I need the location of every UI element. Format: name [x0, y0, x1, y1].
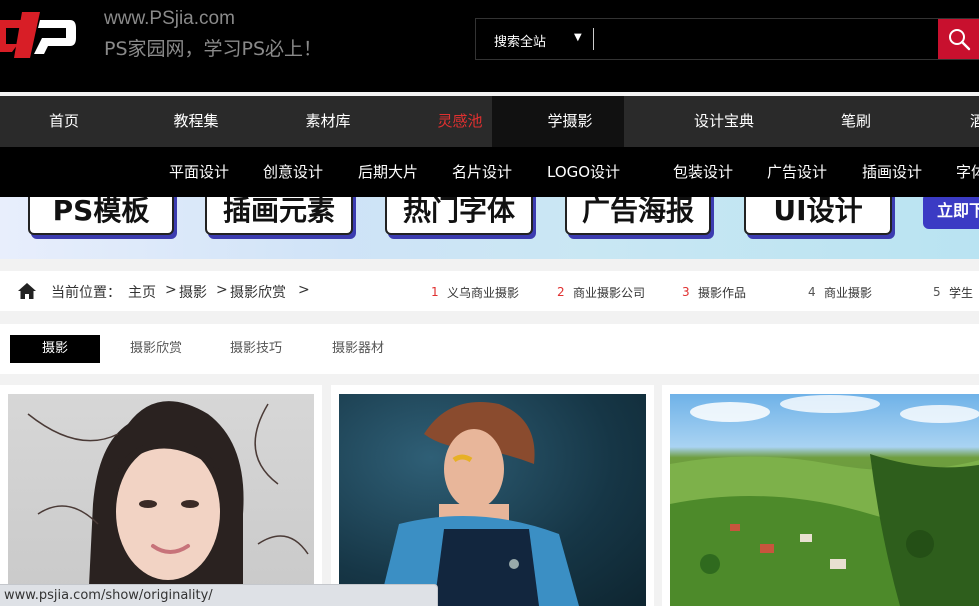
hot-search-link[interactable]: 摄影作品 [698, 284, 746, 301]
breadcrumb-photo-appreciation[interactable]: 摄影欣赏 [230, 282, 286, 302]
breadcrumb-photography[interactable]: 摄影 [179, 282, 207, 302]
hot-rank: 2 [557, 285, 565, 299]
tab-photo-techniques[interactable]: 摄影技巧 [218, 335, 294, 363]
psjia-logo[interactable] [0, 4, 80, 64]
site-header: www.PSjia.com PS家园网，学习PS必上！ 搜索全站 ▼ [0, 0, 979, 92]
hot-rank: 1 [431, 285, 439, 299]
nav-item-materials[interactable]: 素材库 [284, 96, 372, 147]
hot-search-link[interactable]: 商业摄影公司 [573, 284, 645, 301]
banner-tag-posters[interactable]: 广告海报 [565, 197, 711, 235]
subnav-item-logo-design[interactable]: LOGO设计 [547, 147, 620, 197]
nav-item-tutorials[interactable]: 教程集 [152, 96, 240, 147]
hot-search-link[interactable]: 商业摄影 [824, 284, 872, 301]
main-nav: 首页 教程集 素材库 灵感池 学摄影 设计宝典 笔刷 酒 [0, 96, 979, 147]
nav-item-photography[interactable]: 学摄影 [492, 96, 624, 147]
search-scope-select[interactable]: 搜索全站 [494, 31, 546, 50]
hot-search-link[interactable]: 义乌商业摄影 [447, 284, 519, 301]
nav-item-brushes[interactable]: 笔刷 [812, 96, 900, 147]
subnav-item-ad-design[interactable]: 广告设计 [767, 147, 827, 197]
browser-status-bar: www.psjia.com/show/originality/ [0, 584, 438, 606]
subnav-item-font[interactable]: 字体 [956, 147, 979, 197]
nav-item-inspiration[interactable]: 灵感池 [416, 96, 504, 147]
breadcrumb-prefix: 当前位置： [51, 285, 121, 301]
sub-nav: 平面设计 创意设计 后期大片 名片设计 LOGO设计 包装设计 广告设计 插画设… [0, 147, 979, 197]
nav-item-home[interactable]: 首页 [20, 96, 108, 147]
hot-rank: 4 [808, 285, 816, 299]
promo-banner[interactable]: PS模板 插画元素 热门字体 广告海报 UI设计 立即下 [0, 197, 979, 259]
subnav-item-packaging-design[interactable]: 包装设计 [673, 147, 733, 197]
subnav-item-graphic-design[interactable]: 平面设计 [169, 147, 229, 197]
search-button[interactable] [938, 19, 979, 59]
fashion-photo[interactable] [339, 394, 646, 606]
search-icon [949, 29, 971, 51]
hot-rank: 5 [933, 285, 941, 299]
site-url: www.PSjia.com [104, 8, 235, 29]
breadcrumb-separator: > [216, 282, 228, 298]
tab-photo-equipment[interactable]: 摄影器材 [320, 335, 396, 363]
banner-tag-ui-design[interactable]: UI设计 [744, 197, 892, 235]
tab-photography[interactable]: 摄影 [10, 335, 100, 363]
photo-card[interactable] [331, 385, 654, 606]
landscape-photo[interactable] [670, 394, 979, 606]
breadcrumb-separator: > [298, 282, 310, 298]
home-icon[interactable] [17, 282, 37, 300]
search-input[interactable] [600, 25, 930, 53]
page: www.PSjia.com PS家园网，学习PS必上！ 搜索全站 ▼ 首页 教程… [0, 0, 979, 606]
banner-tag-illustration[interactable]: 插画元素 [205, 197, 353, 235]
caret-down-icon[interactable]: ▼ [574, 32, 582, 43]
breadcrumb-separator: > [165, 282, 177, 298]
search-box: 搜索全站 ▼ [475, 18, 979, 60]
subnav-item-card-design[interactable]: 名片设计 [452, 147, 512, 197]
subnav-item-illustration-design[interactable]: 插画设计 [862, 147, 922, 197]
nav-item-more[interactable]: 酒 [970, 96, 979, 147]
subnav-item-creative-design[interactable]: 创意设计 [263, 147, 323, 197]
search-divider [593, 28, 594, 50]
portrait-photo[interactable] [8, 394, 314, 606]
nav-item-design-guide[interactable]: 设计宝典 [680, 96, 768, 147]
hot-search-link[interactable]: 学生 [949, 284, 973, 301]
photo-card[interactable] [662, 385, 979, 606]
category-tabs: 摄影 摄影欣赏 摄影技巧 摄影器材 [0, 324, 979, 374]
tab-photo-appreciation[interactable]: 摄影欣赏 [118, 335, 194, 363]
banner-cta-button[interactable]: 立即下 [923, 197, 979, 229]
subnav-item-post-production[interactable]: 后期大片 [358, 147, 418, 197]
breadcrumb-bar: 当前位置： 主页 > 摄影 > 摄影欣赏 > 1 义乌商业摄影 2 商业摄影公司… [0, 271, 979, 311]
breadcrumb-home[interactable]: 主页 [128, 282, 156, 302]
hot-rank: 3 [682, 285, 690, 299]
site-slogan: PS家园网，学习PS必上！ [104, 38, 323, 60]
banner-tag-fonts[interactable]: 热门字体 [385, 197, 533, 235]
photo-card[interactable] [0, 385, 322, 606]
banner-tag-ps-templates[interactable]: PS模板 [28, 197, 174, 235]
